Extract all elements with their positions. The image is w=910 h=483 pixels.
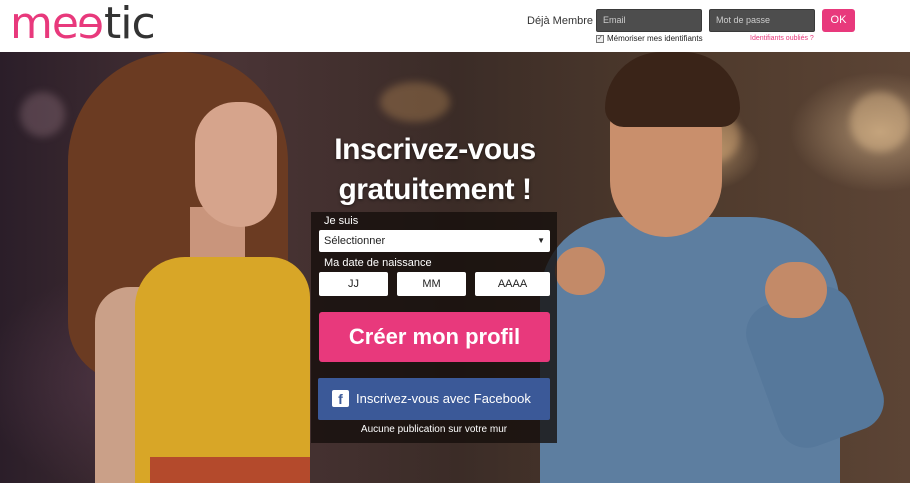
no-publication-note: Aucune publication sur votre mur [360,424,508,435]
facebook-signup-button[interactable]: f Inscrivez-vous avec Facebook [318,378,550,420]
gender-label: Je suis [324,215,359,227]
top-header: meetic Déjà Membre Email Mot de passe OK… [0,0,910,52]
login-ok-button[interactable]: OK [822,9,855,32]
signup-panel: Je suis Sélectionner ▼ Ma date de naissa… [311,212,557,443]
create-profile-button[interactable]: Créer mon profil [319,312,550,362]
birthdate-label: Ma date de naissance [324,257,432,269]
gender-select[interactable]: Sélectionner ▼ [319,230,550,252]
signup-headline: Inscrivez-vous gratuitement ! [334,133,536,206]
birth-day-field[interactable]: JJ [319,272,388,296]
facebook-icon: f [332,390,349,407]
remember-me[interactable]: ✓ Mémoriser mes identifiants [596,34,703,43]
already-member-label: Déjà Membre [527,15,594,27]
birth-year-field[interactable]: AAAA [475,272,550,296]
remember-label: Mémoriser mes identifiants [607,34,703,43]
email-field[interactable]: Email [596,9,702,32]
birth-month-field[interactable]: MM [397,272,466,296]
forgot-credentials-link[interactable]: Identifiants oubliés ? [750,35,814,42]
hero-background: Inscrivez-vous gratuitement ! Je suis Sé… [0,52,910,483]
checkbox-checked-icon[interactable]: ✓ [596,34,604,43]
chevron-down-icon: ▼ [537,236,545,245]
meetic-logo[interactable]: meetic [10,0,156,49]
password-field[interactable]: Mot de passe [709,9,815,32]
